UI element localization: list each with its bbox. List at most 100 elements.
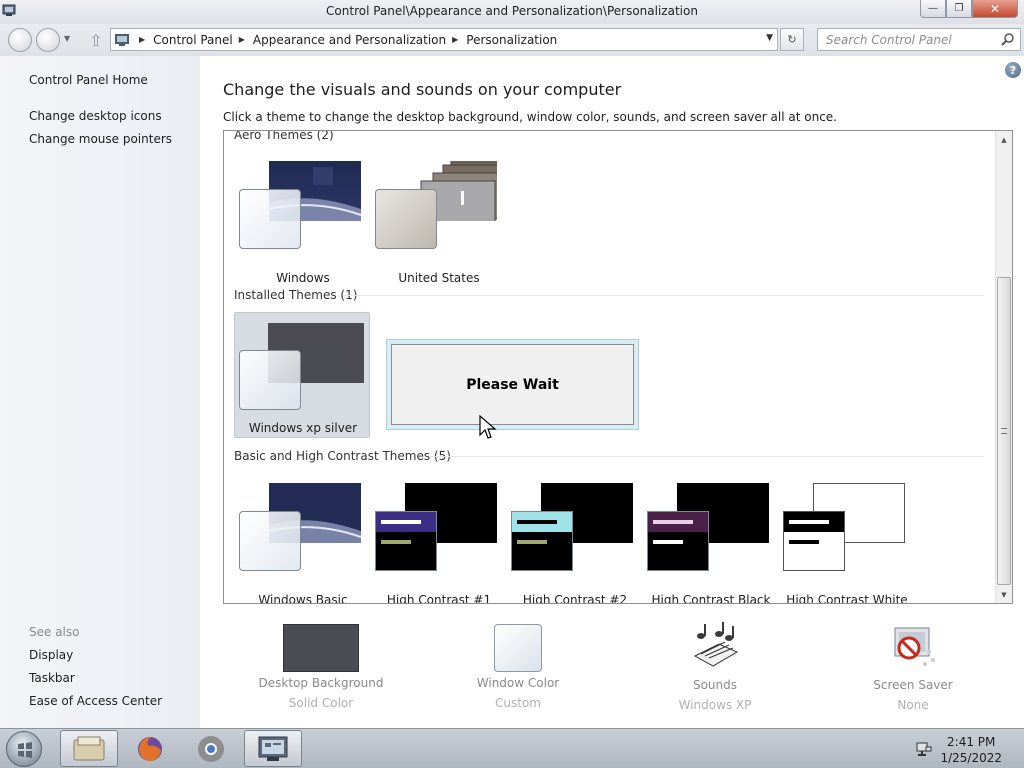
- please-wait-dialog: Please Wait: [386, 339, 639, 430]
- theme-list-scrollbar[interactable]: ▲ ▼: [995, 131, 1012, 603]
- breadcrumb-personalization[interactable]: Personalization: [466, 33, 557, 47]
- sidebar-link-change-mouse-pointers[interactable]: Change mouse pointers: [29, 132, 172, 146]
- windows-logo-icon: [18, 742, 32, 758]
- breadcrumb-appearance[interactable]: Appearance and Personalization: [253, 33, 446, 47]
- theme-united-states[interactable]: United States: [371, 161, 507, 287]
- recent-pages-dropdown-icon[interactable]: ▼: [64, 34, 70, 43]
- close-button[interactable]: ✕: [972, 0, 1018, 18]
- sidebar: Control Panel Home Change desktop icons …: [0, 56, 200, 728]
- theme-high-contrast-1[interactable]: High Contrast #1: [371, 483, 507, 604]
- page-subtitle: Click a theme to change the desktop back…: [223, 110, 837, 124]
- title-bar: Control Panel\Appearance and Personaliza…: [0, 0, 1024, 24]
- scroll-up-arrow-icon[interactable]: ▲: [996, 131, 1012, 148]
- sounds-link[interactable]: Sounds Windows XP: [635, 622, 795, 712]
- hc1-color-swatch: [375, 511, 437, 571]
- help-icon[interactable]: ?: [1005, 62, 1021, 78]
- sidebar-link-control-panel-home[interactable]: Control Panel Home: [29, 73, 148, 87]
- windows-basic-color-swatch: [239, 511, 301, 571]
- desktop-background-label: Desktop Background: [258, 676, 384, 690]
- desktop-background-swatch: [283, 624, 359, 672]
- window-controls: — ❐ ✕: [920, 0, 1018, 18]
- desktop-background-value: Solid Color: [288, 696, 354, 710]
- clock-time: 2:41 PM: [947, 735, 996, 749]
- theme-windows[interactable]: Windows: [235, 161, 371, 287]
- scroll-down-arrow-icon[interactable]: ▼: [996, 586, 1012, 603]
- hc-white-color-swatch: [783, 511, 845, 571]
- theme-high-contrast-white[interactable]: High Contrast White: [779, 483, 915, 603]
- window-color-link[interactable]: Window Color Custom: [438, 624, 598, 710]
- breadcrumb-chevron-icon[interactable]: ▶: [452, 35, 458, 44]
- screen-saver-label: Screen Saver: [873, 678, 953, 692]
- back-button[interactable]: [8, 28, 32, 52]
- see-also-label: See also: [29, 625, 80, 639]
- hc2-color-swatch: [511, 511, 573, 571]
- mouse-cursor-icon: [479, 415, 497, 439]
- scroll-thumb[interactable]: [997, 277, 1011, 585]
- hc-black-color-swatch: [647, 511, 709, 571]
- search-placeholder: Search Control Panel: [826, 32, 952, 47]
- taskbar-firefox[interactable]: [121, 730, 179, 767]
- group-divider: [429, 456, 984, 457]
- theme-label: High Contrast #1: [386, 593, 492, 604]
- breadcrumb-control-panel[interactable]: Control Panel: [153, 33, 233, 47]
- folder-icon: [73, 736, 105, 760]
- sounds-icon: [693, 622, 739, 667]
- see-also-ease-of-access[interactable]: Ease of Access Center: [29, 694, 162, 708]
- main-content: ? Change the visuals and sounds on your …: [200, 56, 1024, 728]
- theme-label: Windows Basic: [258, 593, 348, 604]
- scroll-grip-icon: [1001, 428, 1007, 434]
- see-also-display[interactable]: Display: [29, 648, 73, 662]
- refresh-button[interactable]: ↻: [780, 28, 804, 51]
- search-input[interactable]: Search Control Panel: [817, 28, 1021, 51]
- up-arrow-icon[interactable]: ⇧: [86, 30, 106, 50]
- sounds-value: Windows XP: [678, 698, 752, 712]
- firefox-icon: [138, 736, 162, 761]
- breadcrumb-chevron-icon[interactable]: ▶: [139, 35, 145, 44]
- group-title-installed: Installed Themes (1): [234, 288, 358, 302]
- taskbar-file-explorer[interactable]: [60, 730, 118, 767]
- breadcrumb-chevron-icon[interactable]: ▶: [239, 35, 245, 44]
- theme-high-contrast-black[interactable]: High Contrast Black: [643, 483, 779, 604]
- window-color-swatch: [494, 624, 542, 672]
- xp-silver-color-swatch: [239, 350, 301, 410]
- page-title: Change the visuals and sounds on your co…: [223, 80, 622, 99]
- group-title-basic: Basic and High Contrast Themes (5): [234, 449, 451, 463]
- network-icon[interactable]: [916, 741, 932, 757]
- window-color-value: Custom: [495, 696, 541, 710]
- united-states-color-swatch: [375, 189, 437, 249]
- windows-color-swatch: [239, 189, 301, 249]
- screen-saver-link[interactable]: Screen Saver None: [833, 622, 993, 712]
- theme-windows-basic[interactable]: Windows Basic: [235, 483, 371, 604]
- theme-label: High Contrast #2: [522, 593, 628, 604]
- theme-label: United States: [398, 271, 480, 285]
- control-panel-icon: [258, 736, 288, 761]
- window-title: Control Panel\Appearance and Personaliza…: [326, 4, 698, 18]
- sidebar-link-change-desktop-icons[interactable]: Change desktop icons: [29, 109, 162, 123]
- forward-button[interactable]: [36, 28, 60, 52]
- desktop-background-link[interactable]: Desktop Background Solid Color: [241, 624, 401, 710]
- maximize-button[interactable]: ❐: [946, 0, 972, 18]
- see-also-taskbar[interactable]: Taskbar: [29, 671, 75, 685]
- taskbar-control-panel[interactable]: [244, 730, 302, 767]
- theme-windows-xp-silver[interactable]: Windows xp silver: [234, 312, 370, 438]
- chrome-icon: [198, 735, 224, 762]
- window-color-label: Window Color: [476, 676, 560, 690]
- theme-label: Windows: [276, 271, 330, 285]
- address-bar[interactable]: ▶ Control Panel ▶ Appearance and Persona…: [110, 28, 778, 51]
- screen-saver-icon: [894, 627, 935, 666]
- group-title-aero: Aero Themes (2): [234, 130, 334, 142]
- breadcrumb: ▶ Control Panel ▶ Appearance and Persona…: [133, 33, 557, 47]
- screen-saver-value: None: [897, 698, 929, 712]
- please-wait-text: Please Wait: [391, 344, 634, 425]
- start-button[interactable]: [6, 731, 42, 767]
- address-dropdown-icon[interactable]: ▼: [766, 33, 773, 43]
- search-icon[interactable]: [1001, 32, 1015, 46]
- theme-high-contrast-2[interactable]: High Contrast #2: [507, 483, 643, 604]
- control-panel-icon: [111, 29, 133, 50]
- minimize-button[interactable]: —: [920, 0, 946, 18]
- taskbar-chrome[interactable]: [182, 730, 240, 767]
- navigation-bar: ▼ ⇧ ▶ Control Panel ▶ Appearance and Per…: [0, 24, 1024, 56]
- sounds-label: Sounds: [692, 678, 738, 692]
- theme-label: High Contrast Black: [651, 593, 771, 604]
- clock[interactable]: 2:41 PM 1/25/2022: [940, 734, 1002, 766]
